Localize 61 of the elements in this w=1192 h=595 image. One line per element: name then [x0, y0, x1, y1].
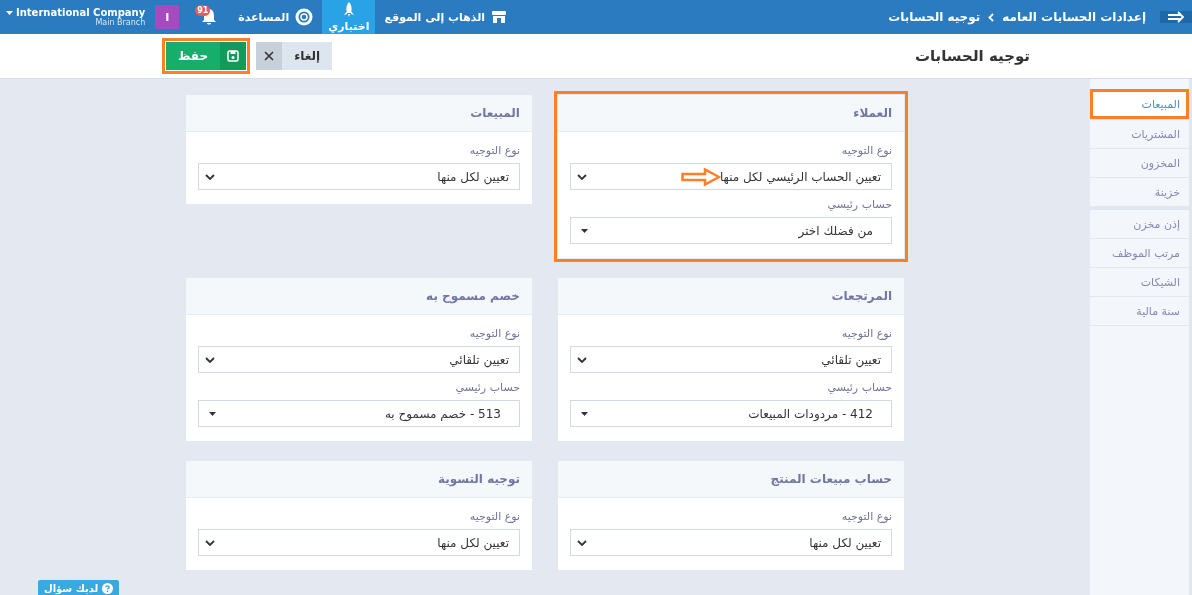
company-switcher[interactable]: International Company Main Branch: [4, 7, 148, 27]
user-avatar[interactable]: I: [155, 5, 180, 29]
question-icon: [102, 583, 114, 594]
chevron-down-icon: [577, 356, 587, 363]
sidebar-item[interactable]: خزينة: [1090, 178, 1189, 207]
rocket-icon: [342, 1, 355, 18]
sidebar-item[interactable]: المخزون: [1090, 149, 1189, 178]
sidebar-item[interactable]: إذن مخزن: [1090, 210, 1189, 239]
select-field[interactable]: تعيين الحساب الرئيسي لكل منها: [570, 163, 892, 190]
nav-link[interactable]: المساعدة: [229, 0, 323, 34]
select-field[interactable]: تعيين لكل منها: [570, 529, 892, 556]
field-label: نوع التوجيه: [468, 144, 520, 157]
field-label: نوع التوجيه: [840, 144, 892, 157]
sidebar-item[interactable]: الشيكات: [1090, 268, 1189, 297]
save-button[interactable]: حفظ: [166, 42, 247, 70]
caret-down-icon: [209, 411, 216, 416]
card-title: خصم مسموح به: [186, 278, 532, 315]
sidebar-item[interactable]: المشتريات: [1090, 120, 1189, 149]
card-title: المرتجعات: [558, 278, 904, 315]
chevron-down-icon: [205, 173, 215, 180]
chevron-down-icon: [205, 539, 215, 546]
card-title: حساب مبيعات المنتج: [558, 461, 904, 498]
nav-link[interactable]: اختباري: [322, 0, 376, 34]
chevron-left-icon: [988, 12, 995, 22]
sidebar-item[interactable]: المبيعات: [1090, 89, 1189, 120]
dropdown-field[interactable]: من فضلك اختر: [570, 217, 892, 244]
field-label: حساب رئيسي: [826, 198, 892, 211]
field-label: نوع التوجيه: [840, 510, 892, 523]
notification-badge: 91: [195, 5, 211, 16]
chevron-down-icon: [577, 539, 587, 546]
page-title: توجيه الحسابات: [914, 47, 1030, 65]
field-label: حساب رئيسي: [454, 381, 520, 394]
field-label: نوع التوجيه: [468, 327, 520, 340]
help-button[interactable]: لديك سؤال: [38, 580, 120, 595]
close-icon: [264, 51, 275, 61]
card-title: العملاء: [558, 95, 904, 132]
breadcrumb-current: توجيه الحسابات: [888, 10, 981, 24]
store-icon: [491, 10, 508, 24]
field-label: حساب رئيسي: [826, 381, 892, 394]
sidebar-item[interactable]: سنة مالية: [1090, 297, 1189, 326]
chevron-down-icon: [577, 173, 587, 180]
card-title: المبيعات: [186, 95, 532, 132]
chevron-down-icon: [205, 356, 215, 363]
caret-down-icon: [581, 411, 588, 416]
dropdown-field[interactable]: 513 - خصم مسموح به: [198, 400, 520, 427]
select-field[interactable]: تعيين تلقائي: [198, 346, 520, 373]
breadcrumb-link[interactable]: إعدادات الحسابات العامه: [1002, 10, 1146, 24]
lifebuoy-icon: [295, 8, 314, 26]
field-label: نوع التوجيه: [468, 510, 520, 523]
dropdown-field[interactable]: 412 - مردودات المبيعات: [570, 400, 892, 427]
select-field[interactable]: تعيين تلقائي: [570, 346, 892, 373]
nav-link[interactable]: الذهاب إلى الموقع: [375, 0, 517, 34]
select-field[interactable]: تعيين لكل منها: [198, 529, 520, 556]
card-title: توجيه التسوية: [186, 461, 532, 498]
sidebar-item[interactable]: مرتب الموظف: [1090, 239, 1189, 268]
caret-down-icon: [581, 228, 588, 233]
menu-toggle-icon[interactable]: [1160, 11, 1192, 23]
caret-down-icon: [6, 10, 13, 15]
cancel-button[interactable]: إلغاء: [256, 42, 333, 70]
field-label: نوع التوجيه: [840, 327, 892, 340]
select-field[interactable]: تعيين لكل منها: [198, 163, 520, 190]
